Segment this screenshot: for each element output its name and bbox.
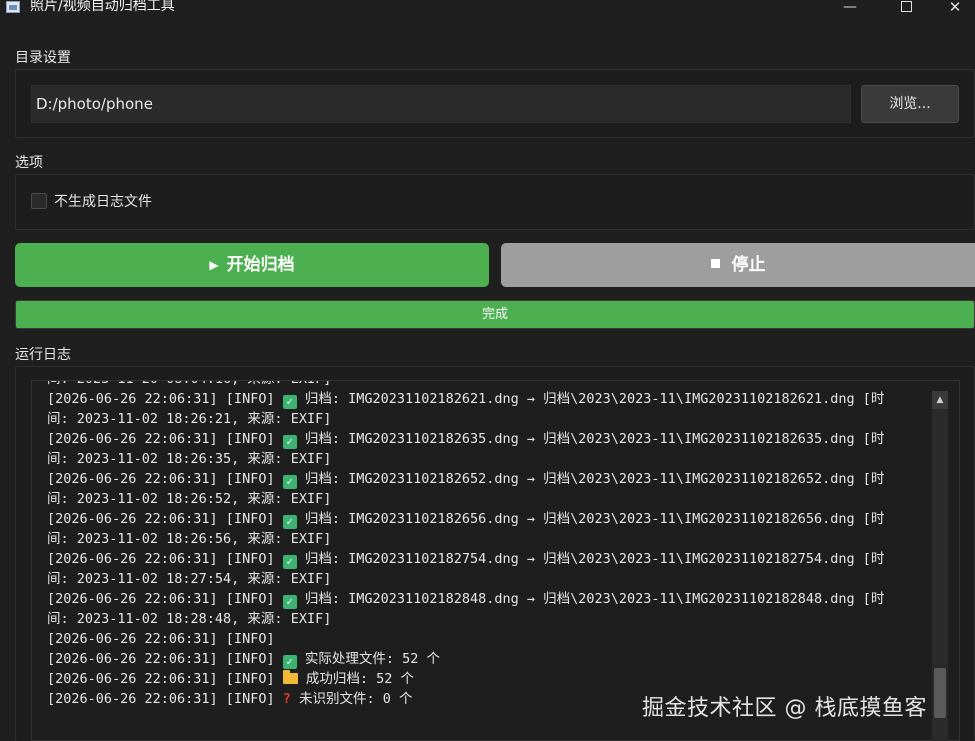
start-archive-button[interactable]: ▶ 开始归档: [15, 243, 489, 287]
title-bar: 照片/视频自动归档工具 — ✕: [0, 0, 975, 16]
log-prefix: [2026-06-26 22:06:31] [INFO]: [47, 471, 283, 487]
check-icon: ✓: [282, 435, 297, 449]
stop-icon: [710, 259, 720, 268]
log-text: 成功归档: 52 个: [297, 671, 414, 687]
log-text: 归档: IMG20231102182754.dng → 归档\2023\2023…: [296, 551, 885, 567]
log-text: 未识别文件: 0 个: [290, 691, 413, 707]
start-archive-label: 开始归档: [226, 255, 295, 275]
log-line: 间: 2023-11-02 18:27:54, 来源: EXIF]: [47, 569, 922, 589]
scroll-thumb[interactable]: [934, 668, 946, 718]
log-text: 间: 2023-11-02 18:26:56, 来源: EXIF]: [47, 531, 332, 547]
log-text: 归档: IMG20231102182621.dng → 归档\2023\2023…: [296, 391, 885, 407]
progress-text: 完成: [481, 307, 508, 322]
stop-button[interactable]: 停止: [501, 243, 975, 287]
browse-button[interactable]: 浏览...: [861, 85, 959, 123]
log-text: 间: 2023-11-02 18:26:21, 来源: EXIF]: [47, 411, 332, 427]
log-section-label: 运行日志: [15, 347, 71, 363]
app-icon: [6, 1, 20, 13]
log-prefix: [2026-06-26 22:06:31] [INFO]: [47, 391, 283, 407]
log-text: 间: 2023-11-02 18:27:54, 来源: EXIF]: [47, 571, 332, 587]
options-section-label: 选项: [15, 155, 43, 171]
log-line: [2026-06-26 22:06:31] [INFO] ✓ 归档: IMG20…: [47, 429, 922, 449]
no-log-file-label[interactable]: 不生成日志文件: [54, 191, 152, 211]
log-line: 间: 2023-11-02 18:26:21, 来源: EXIF]: [47, 409, 922, 429]
log-prefix: [2026-06-26 22:06:31] [INFO]: [47, 511, 283, 527]
check-icon: ✓: [282, 395, 297, 409]
log-prefix: [2026-06-26 22:06:31] [INFO]: [47, 431, 283, 447]
log-line: 间: 2023-11-02 18:26:56, 来源: EXIF]: [47, 529, 922, 549]
stop-label: 停止: [731, 255, 766, 275]
log-line: [2026-06-26 22:06:31] [INFO] ✓ 归档: IMG20…: [47, 589, 922, 609]
directory-section-label: 目录设置: [15, 50, 71, 66]
window-title: 照片/视频自动归档工具: [30, 0, 175, 14]
close-button[interactable]: ✕: [935, 0, 975, 16]
log-text: 归档: IMG20231102182656.dng → 归档\2023\2023…: [296, 511, 885, 527]
directory-path-input[interactable]: D:/photo/phone: [31, 85, 851, 123]
log-output[interactable]: 间: 2023-11-20 08:04:16, 来源: EXIF] [2026-0…: [31, 380, 960, 741]
log-text: 归档: IMG20231102182652.dng → 归档\2023\2023…: [296, 471, 885, 487]
log-line: 间: 2023-11-02 18:26:52, 来源: EXIF]: [47, 489, 922, 509]
log-line: [2026-06-26 22:06:31] [INFO] ✓ 归档: IMG20…: [47, 509, 922, 529]
log-text: 归档: IMG20231102182635.dng → 归档\2023\2023…: [296, 431, 885, 447]
log-line: [2026-06-26 22:06:31] [INFO] 成功归档: 52 个: [47, 669, 922, 689]
check-icon: ✓: [282, 595, 297, 609]
check-icon: ✓: [282, 555, 297, 569]
log-text: 间: 2023-11-02 18:26:35, 来源: EXIF]: [47, 451, 332, 467]
log-prefix: [2026-06-26 22:06:31] [INFO]: [47, 551, 283, 567]
check-icon: ✓: [282, 515, 297, 529]
question-icon: ?: [282, 691, 291, 707]
watermark: 掘金技术社区 @ 栈底摸鱼客: [642, 696, 927, 721]
log-prefix: [2026-06-26 22:06:31] [INFO]: [47, 651, 283, 667]
log-line: 间: 2023-11-02 18:28:48, 来源: EXIF]: [47, 609, 922, 629]
no-log-file-checkbox[interactable]: [31, 193, 47, 209]
log-text: 间: 2023-11-02 18:26:52, 来源: EXIF]: [47, 491, 332, 507]
log-line: 间: 2023-11-20 08:04:16, 来源: EXIF]: [47, 381, 922, 389]
maximize-icon: [900, 1, 912, 12]
log-prefix: [2026-06-26 22:06:31] [INFO]: [47, 691, 283, 707]
log-line: [2026-06-26 22:06:31] [INFO] ✓ 归档: IMG20…: [47, 389, 922, 409]
log-lines: 间: 2023-11-20 08:04:16, 来源: EXIF] [2026-0…: [47, 381, 922, 709]
log-line: [2026-06-26 22:06:31] [INFO] ✓ 归档: IMG20…: [47, 469, 922, 489]
log-text: 实际处理文件: 52 个: [296, 651, 440, 667]
progress-bar: 完成: [15, 300, 975, 329]
log-line: 间: 2023-11-02 18:26:35, 来源: EXIF]: [47, 449, 922, 469]
check-icon: ✓: [282, 475, 297, 489]
scroll-up-icon[interactable]: ▲: [932, 391, 948, 409]
log-prefix: [2026-06-26 22:06:31] [INFO]: [47, 671, 283, 687]
log-prefix: [2026-06-26 22:06:31] [INFO]: [47, 631, 275, 647]
options-group: [15, 174, 975, 230]
log-text: 间: 2023-11-20 08:04:16, 来源: EXIF]: [47, 381, 331, 387]
log-line: [2026-06-26 22:06:31] [INFO] ✓ 实际处理文件: 5…: [47, 649, 922, 669]
log-text: 间: 2023-11-02 18:28:48, 来源: EXIF]: [47, 611, 332, 627]
check-icon: ✓: [282, 655, 297, 669]
log-line: [2026-06-26 22:06:31] [INFO]: [47, 629, 922, 649]
log-scrollbar[interactable]: ▲: [932, 391, 948, 741]
folder-icon: [282, 670, 298, 684]
log-text: 归档: IMG20231102182848.dng → 归档\2023\2023…: [296, 591, 885, 607]
log-line: [2026-06-26 22:06:31] [INFO] ✓ 归档: IMG20…: [47, 549, 922, 569]
maximize-button[interactable]: [886, 0, 926, 16]
log-prefix: [2026-06-26 22:06:31] [INFO]: [47, 591, 283, 607]
play-icon: ▶: [209, 258, 219, 272]
minimize-button[interactable]: —: [830, 0, 870, 16]
